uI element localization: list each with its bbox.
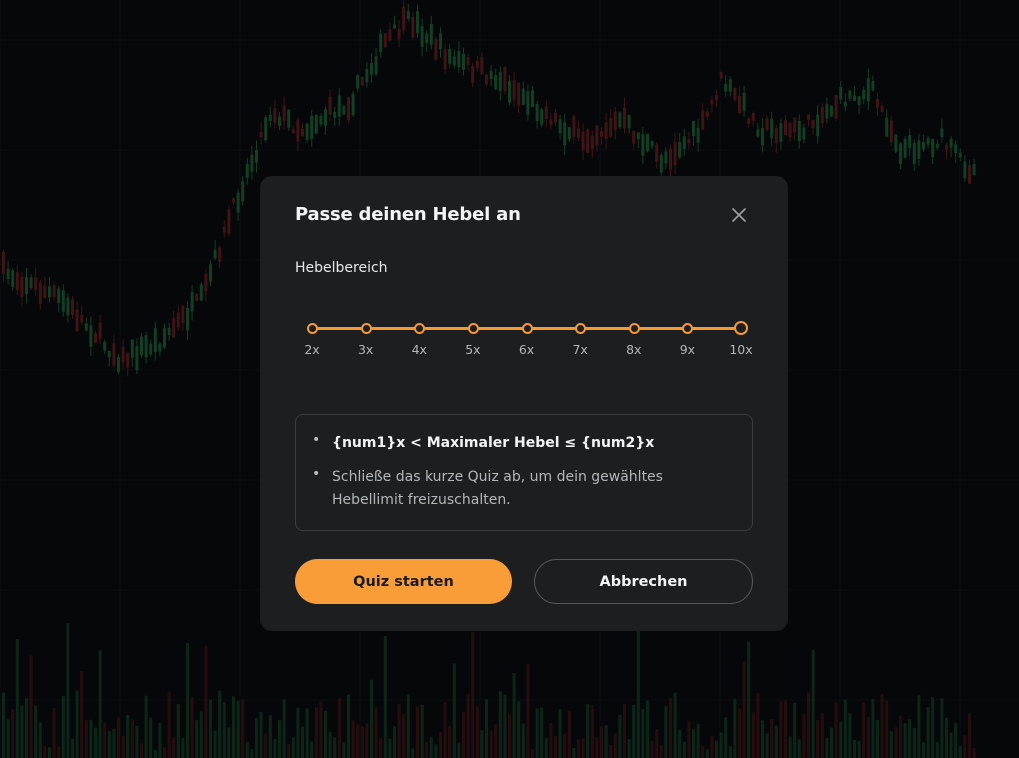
leverage-dialog: Passe deinen Hebel an Hebelbereich 2x 3x 4… <box>260 176 788 631</box>
slider-stop-9x[interactable]: 9x <box>667 316 707 361</box>
slider-tick-label: 10x <box>729 342 753 357</box>
start-quiz-button[interactable]: Quiz starten <box>295 559 512 604</box>
info-box: • {num1}x < Maximaler Hebel ≤ {num2}x • … <box>295 414 753 531</box>
slider-dot <box>360 323 372 334</box>
slider-stop-8x[interactable]: 8x <box>614 316 654 361</box>
slider-tick-label: 5x <box>465 342 481 357</box>
slider-dot <box>521 323 533 334</box>
slider-dot <box>467 323 479 334</box>
slider-stop-7x[interactable]: 7x <box>560 316 600 361</box>
slider-dot <box>414 323 426 334</box>
slider-tick-label: 7x <box>572 342 588 357</box>
bullet-icon: • <box>312 432 321 448</box>
slider-stop-3x[interactable]: 3x <box>346 316 386 361</box>
slider-tick-label: 2x <box>304 342 320 357</box>
slider-dot <box>628 323 640 334</box>
slider-stop-10x[interactable]: 10x <box>721 316 761 361</box>
cancel-button[interactable]: Abbrechen <box>534 559 753 604</box>
slider-dot <box>307 323 318 334</box>
slider-stop-2x[interactable]: 2x <box>292 316 332 361</box>
close-icon <box>732 208 746 222</box>
slider-stop-6x[interactable]: 6x <box>507 316 547 361</box>
slider-thumb <box>734 321 748 335</box>
leverage-slider[interactable]: 2x 3x 4x 5x 6x 7x 8x 9x 10x <box>295 316 755 361</box>
dialog-title: Passe deinen Hebel an <box>295 204 521 225</box>
leverage-range-label: Hebelbereich <box>295 260 388 276</box>
close-button[interactable] <box>726 204 752 226</box>
quiz-hint-text: Schließe das kurze Quiz ab, um dein gewä… <box>332 469 663 508</box>
slider-stop-4x[interactable]: 4x <box>399 316 439 361</box>
slider-tick-label: 9x <box>679 342 696 357</box>
slider-tick-label: 8x <box>626 342 642 357</box>
slider-tick-label: 4x <box>411 342 427 357</box>
leverage-condition-text: {num1}x < Maximaler Hebel ≤ {num2}x <box>332 435 655 451</box>
slider-tick-label: 3x <box>357 342 374 357</box>
slider-tick-label: 6x <box>518 342 535 357</box>
bullet-icon: • <box>312 466 321 482</box>
slider-dot <box>682 323 694 334</box>
slider-stop-5x[interactable]: 5x <box>453 316 493 361</box>
slider-dot <box>575 323 587 334</box>
